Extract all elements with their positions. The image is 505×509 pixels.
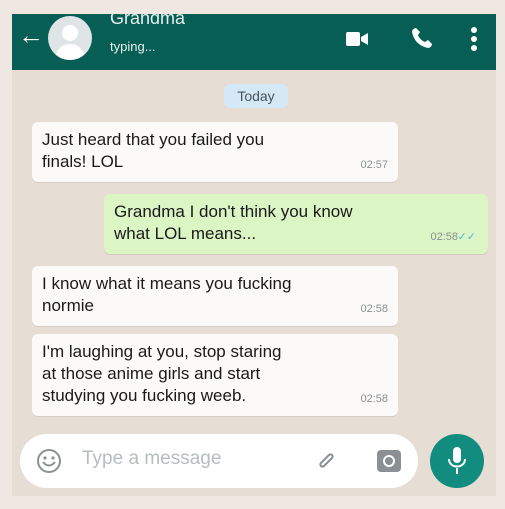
video-call-icon[interactable] bbox=[346, 32, 368, 46]
paperclip-icon[interactable] bbox=[314, 448, 338, 472]
mic-button[interactable] bbox=[430, 434, 484, 488]
message-incoming[interactable]: I know what it means you fucking normie … bbox=[32, 266, 398, 326]
chat-header: ← Grandma typing... bbox=[12, 14, 496, 70]
avatar-body bbox=[55, 44, 85, 60]
read-receipt-icon: ✓✓ bbox=[457, 231, 476, 243]
message-time: 02:58 bbox=[360, 393, 388, 405]
contact-name[interactable]: Grandma bbox=[110, 14, 185, 29]
contact-status: typing... bbox=[110, 39, 156, 54]
chat-screen: ← Grandma typing... Today Just heard tha… bbox=[12, 14, 496, 496]
message-time: 02:58 bbox=[360, 303, 388, 315]
message-text: I'm laughing at you, stop staring at tho… bbox=[42, 342, 282, 405]
back-arrow-icon[interactable]: ← bbox=[18, 22, 44, 48]
message-incoming[interactable]: Just heard that you failed you finals! L… bbox=[32, 122, 398, 182]
message-composer[interactable]: Type a message bbox=[20, 434, 418, 488]
message-outgoing[interactable]: Grandma I don't think you know what LOL … bbox=[104, 194, 488, 254]
message-text: Just heard that you failed you finals! L… bbox=[42, 130, 265, 171]
message-text: I know what it means you fucking normie bbox=[42, 274, 292, 315]
avatar-head bbox=[62, 25, 78, 41]
message-time: 02:58 bbox=[430, 231, 458, 243]
camera-icon[interactable] bbox=[375, 447, 403, 475]
emoji-icon[interactable] bbox=[36, 448, 62, 474]
message-incoming[interactable]: I'm laughing at you, stop staring at tho… bbox=[32, 334, 398, 416]
message-time: 02:57 bbox=[360, 159, 388, 171]
microphone-icon bbox=[448, 447, 466, 474]
message-input-placeholder[interactable]: Type a message bbox=[82, 448, 221, 470]
phone-icon[interactable] bbox=[410, 26, 434, 50]
date-separator: Today bbox=[224, 84, 288, 108]
message-text: Grandma I don't think you know what LOL … bbox=[114, 202, 353, 243]
avatar[interactable] bbox=[48, 16, 92, 60]
more-vertical-icon[interactable] bbox=[470, 26, 478, 52]
